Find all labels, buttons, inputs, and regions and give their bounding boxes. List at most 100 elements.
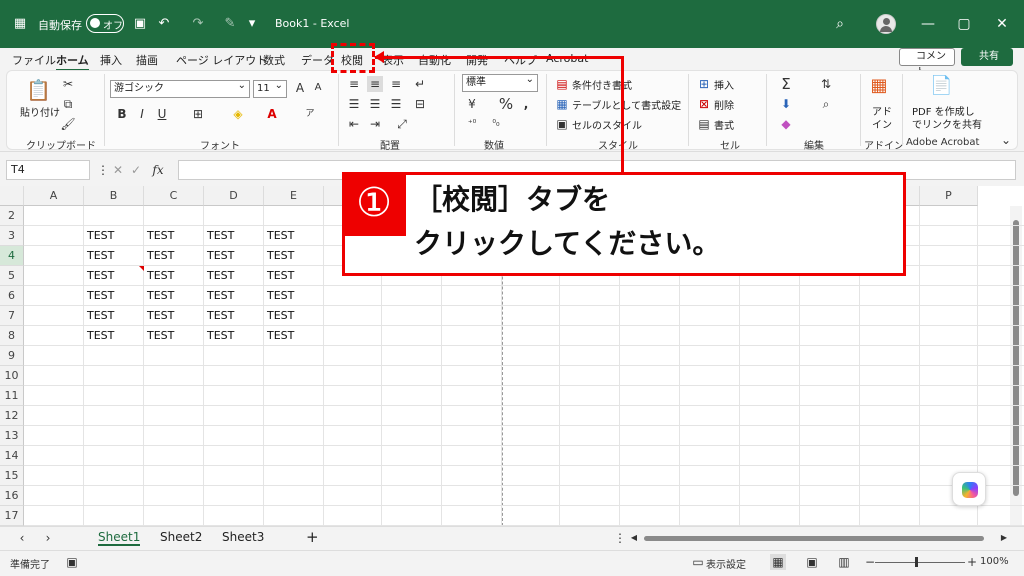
format-as-table-label[interactable]: テーブルとして書式設定 xyxy=(572,97,681,112)
autosum-icon[interactable]: Σ xyxy=(778,76,794,92)
orientation-icon[interactable]: ⤢ xyxy=(394,116,410,132)
comment-indicator-icon[interactable] xyxy=(139,266,144,271)
avatar[interactable] xyxy=(876,14,896,34)
sheet-tab-1[interactable]: Sheet1 xyxy=(98,530,141,546)
select-all-corner[interactable] xyxy=(0,186,24,206)
cell[interactable]: TEST xyxy=(204,226,234,246)
copilot-button[interactable] xyxy=(952,472,986,506)
scroll-right-icon[interactable]: ▶ xyxy=(996,530,1012,546)
cell[interactable]: TEST xyxy=(144,246,174,266)
cell[interactable]: TEST xyxy=(204,306,234,326)
share-button[interactable]: 共有 xyxy=(961,48,1013,66)
tab-help[interactable]: ヘルプ xyxy=(504,52,537,68)
align-center-icon[interactable]: ☰ xyxy=(367,96,383,112)
paste-icon[interactable]: 📋 xyxy=(26,78,51,102)
delete-cells-label[interactable]: 削除 xyxy=(714,97,734,112)
zoom-level[interactable]: 100% xyxy=(980,556,1009,567)
copy-icon[interactable]: ⧉ xyxy=(60,96,76,112)
column-header[interactable]: P xyxy=(920,186,978,206)
fill-color-icon[interactable]: ◈ xyxy=(230,106,246,122)
more-icon[interactable]: ⋮ xyxy=(95,162,111,178)
tab-insert[interactable]: 挿入 xyxy=(100,52,122,68)
format-cells-icon[interactable]: ▤ xyxy=(696,116,712,132)
column-header[interactable]: C xyxy=(144,186,204,206)
format-painter-icon[interactable]: ✎ xyxy=(222,16,238,32)
percent-icon[interactable]: % xyxy=(498,96,514,112)
clear-icon[interactable]: ◆ xyxy=(778,116,794,132)
column-header[interactable]: A xyxy=(24,186,84,206)
delete-cells-icon[interactable]: ⊠ xyxy=(696,96,712,112)
save-icon[interactable]: ▣ xyxy=(132,16,148,32)
align-top-icon[interactable]: ≡ xyxy=(346,76,362,92)
row-header[interactable]: 6 xyxy=(0,286,24,306)
row-header[interactable]: 17 xyxy=(0,506,24,526)
increase-decimal-icon[interactable]: ⁺⁰ xyxy=(464,116,480,132)
sheet-prev-icon[interactable]: ‹ xyxy=(14,530,30,546)
tab-home[interactable]: ホーム xyxy=(56,52,89,71)
row-header[interactable]: 4 xyxy=(0,246,24,266)
borders-icon[interactable]: ⊞ xyxy=(190,106,206,122)
conditional-format-icon[interactable]: ▤ xyxy=(554,76,570,92)
wrap-text-icon[interactable]: ↵ xyxy=(412,76,428,92)
cell[interactable]: TEST xyxy=(264,286,294,306)
cell[interactable]: TEST xyxy=(84,306,114,326)
row-header[interactable]: 3 xyxy=(0,226,24,246)
format-painter-icon[interactable]: 🖌 xyxy=(60,116,76,132)
format-as-table-icon[interactable]: ▦ xyxy=(554,96,570,112)
row-header[interactable]: 12 xyxy=(0,406,24,426)
addins-icon[interactable]: ▦ xyxy=(868,77,890,100)
font-name-select[interactable]: 游ゴシック xyxy=(110,78,250,98)
display-settings-icon[interactable]: ▭ xyxy=(690,554,706,570)
tab-developer[interactable]: 開発 xyxy=(466,52,488,68)
zoom-slider[interactable] xyxy=(875,562,965,563)
page-break-view-icon[interactable]: ▥ xyxy=(836,554,852,570)
cell[interactable]: TEST xyxy=(204,266,234,286)
align-left-icon[interactable]: ☰ xyxy=(346,96,362,112)
cell[interactable]: TEST xyxy=(264,246,294,266)
format-cells-label[interactable]: 書式 xyxy=(714,117,734,132)
italic-button[interactable]: I xyxy=(134,106,150,122)
align-right-icon[interactable]: ☰ xyxy=(388,96,404,112)
undo-icon[interactable]: ↶ xyxy=(156,16,172,32)
enter-icon[interactable]: ✓ xyxy=(128,162,144,178)
cell[interactable]: TEST xyxy=(84,326,114,346)
row-header[interactable]: 15 xyxy=(0,466,24,486)
cell-styles-icon[interactable]: ▣ xyxy=(554,116,570,132)
cell-styles-label[interactable]: セルのスタイル xyxy=(572,117,642,132)
pdf-icon[interactable]: 📄 xyxy=(930,77,952,100)
cell[interactable]: TEST xyxy=(144,226,174,246)
row-header[interactable]: 7 xyxy=(0,306,24,326)
page-layout-view-icon[interactable]: ▣ xyxy=(804,554,820,570)
close-button[interactable]: ✕ xyxy=(990,12,1014,36)
cell[interactable]: TEST xyxy=(204,286,234,306)
minimize-button[interactable]: — xyxy=(916,12,940,36)
underline-button[interactable]: U xyxy=(154,106,170,122)
fill-icon[interactable]: ⬇ xyxy=(778,96,794,112)
cell[interactable]: TEST xyxy=(204,326,234,346)
row-header[interactable]: 10 xyxy=(0,366,24,386)
insert-function-icon[interactable]: fx xyxy=(148,162,168,178)
horizontal-scroll-thumb[interactable] xyxy=(644,536,984,541)
cell[interactable]: TEST xyxy=(204,246,234,266)
cell[interactable]: TEST xyxy=(84,266,114,286)
bold-button[interactable]: B xyxy=(114,106,130,122)
collapse-ribbon-icon[interactable]: ⌄ xyxy=(998,132,1014,148)
cancel-icon[interactable]: ✕ xyxy=(110,162,126,178)
tab-formulas[interactable]: 数式 xyxy=(263,52,285,68)
phonetic-icon[interactable]: ア xyxy=(302,106,318,122)
number-format-select[interactable]: 標準 xyxy=(462,72,538,92)
normal-view-icon[interactable]: ▦ xyxy=(770,554,786,570)
cell[interactable]: TEST xyxy=(144,266,174,286)
row-header[interactable]: 11 xyxy=(0,386,24,406)
add-sheet-button[interactable]: + xyxy=(306,528,319,546)
zoom-in-icon[interactable]: + xyxy=(964,554,980,570)
column-header[interactable]: E xyxy=(264,186,324,206)
find-select-icon[interactable]: ⌕ xyxy=(818,96,834,112)
cell[interactable]: TEST xyxy=(144,286,174,306)
row-header[interactable]: 9 xyxy=(0,346,24,366)
customize-qat-icon[interactable]: ▾ xyxy=(244,16,260,32)
cell[interactable]: TEST xyxy=(264,306,294,326)
font-size-select[interactable]: 11 xyxy=(253,78,287,98)
vertical-scroll-thumb[interactable] xyxy=(1013,220,1019,496)
decrease-indent-icon[interactable]: ⇤ xyxy=(346,116,362,132)
